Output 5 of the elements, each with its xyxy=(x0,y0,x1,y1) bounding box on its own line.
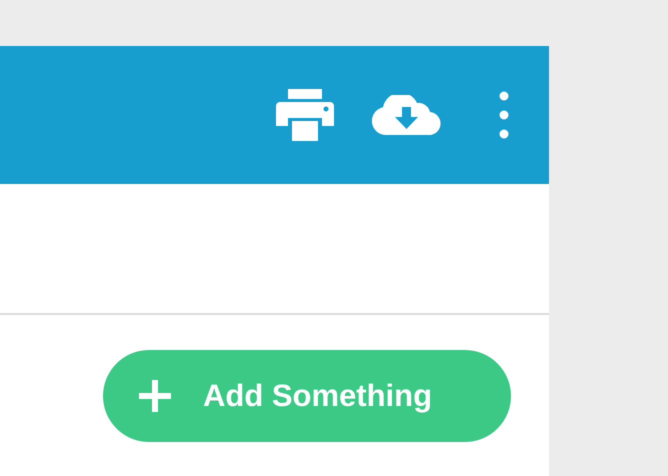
more-icon[interactable] xyxy=(499,91,509,139)
plus-icon xyxy=(139,380,171,412)
add-button[interactable]: Add Something xyxy=(103,350,511,442)
print-icon[interactable] xyxy=(276,89,334,141)
cloud-download-icon[interactable] xyxy=(372,95,441,135)
